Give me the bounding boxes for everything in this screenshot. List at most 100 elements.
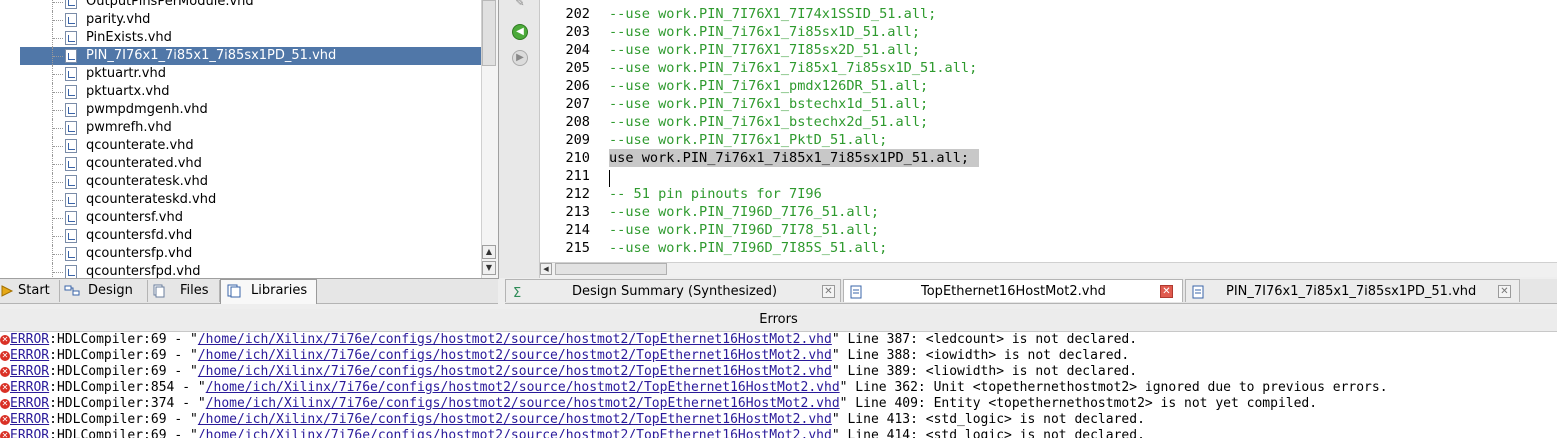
vhdl-file-icon bbox=[65, 229, 77, 243]
line-number: 209 bbox=[565, 132, 590, 148]
error-icon: ✕ bbox=[0, 367, 10, 377]
error-tag-link[interactable]: ERROR bbox=[10, 428, 49, 438]
file-tree-item[interactable]: pktuartx.vhd bbox=[20, 83, 482, 101]
file-tree-item-label: qcountersfpd.vhd bbox=[86, 264, 201, 279]
file-tree-item-label: parity.vhd bbox=[86, 12, 151, 27]
file-tree-item[interactable]: qcounteratesk.vhd bbox=[20, 173, 482, 191]
tab-pin-file[interactable]: PIN_7I76x1_7i85x1_7i85sx1PD_51.vhd ✕ bbox=[1185, 279, 1520, 302]
file-tree-item[interactable]: qcountersfd.vhd bbox=[20, 227, 482, 245]
file-tree-item-label: pktuartx.vhd bbox=[86, 84, 170, 99]
vhdl-file-icon bbox=[65, 31, 77, 45]
file-tree-item-label: qcounterateskd.vhd bbox=[86, 192, 217, 207]
code-editor[interactable]: 202 --use work.PIN_7I76X1_7I74x1SSID_51.a… bbox=[540, 0, 1557, 262]
scroll-left-button[interactable]: ◀ bbox=[540, 263, 552, 275]
file-tree-item[interactable]: pwmpdmgenh.vhd bbox=[20, 101, 482, 119]
error-text: ERROR:HDLCompiler:69 - "/home/ich/Xilinx… bbox=[10, 412, 1145, 428]
line-number: 214 bbox=[565, 222, 590, 238]
line-code: --use work.PIN_7I96D_7I85S_51.all; bbox=[609, 240, 888, 256]
error-tag-link[interactable]: ERROR bbox=[10, 348, 49, 363]
error-tag-link[interactable]: ERROR bbox=[10, 412, 49, 427]
line-code: --use work.PIN_7i76x1_7i85x1_7i85sx1D_51… bbox=[609, 60, 978, 76]
file-tree-item[interactable]: qcounterated.vhd bbox=[20, 155, 482, 173]
tree-connector bbox=[53, 146, 63, 147]
editor-scroll-thumb[interactable] bbox=[555, 263, 667, 275]
error-file-link[interactable]: /home/ich/Xilinx/7i76e/configs/hostmot2/… bbox=[198, 332, 832, 347]
tab-design[interactable]: Design bbox=[60, 280, 148, 302]
error-icon: ✕ bbox=[0, 351, 10, 361]
editor-horizontal-scrollbar[interactable]: ◀ bbox=[540, 262, 1557, 277]
editor-side-toolbar: ✎ ◀ ▶ bbox=[499, 0, 540, 278]
file-tree-item[interactable]: qcounterateskd.vhd bbox=[20, 191, 482, 209]
error-file-link[interactable]: /home/ich/Xilinx/7i76e/configs/hostmot2/… bbox=[206, 380, 840, 395]
vhdl-file-icon bbox=[65, 103, 77, 117]
vhdl-file-icon bbox=[65, 211, 77, 225]
file-tree-item-label: qcounterate.vhd bbox=[86, 138, 194, 153]
file-tree-item[interactable]: OutputPinsPerModule.vhd bbox=[20, 0, 482, 11]
error-file-link[interactable]: /home/ich/Xilinx/7i76e/configs/hostmot2/… bbox=[198, 428, 832, 438]
line-number: 204 bbox=[565, 42, 590, 58]
tree-connector bbox=[53, 20, 63, 21]
error-message: " Line 389: <liowidth> is not declared. bbox=[831, 364, 1138, 379]
line-code: --use work.PIN_7i76x1_bstechx2d_51.all; bbox=[609, 114, 929, 130]
document-icon bbox=[1192, 284, 1204, 299]
line-code: --use work.PIN_7I96D_7I76_51.all; bbox=[609, 204, 880, 220]
file-tree-item-label: qcountersfd.vhd bbox=[86, 228, 193, 243]
file-tree-item[interactable]: qcounterate.vhd bbox=[20, 137, 482, 155]
close-tab-icon[interactable]: ✕ bbox=[1498, 285, 1511, 298]
scroll-up-button[interactable]: ▲ bbox=[482, 245, 496, 259]
scroll-down-button[interactable]: ▼ bbox=[482, 261, 496, 275]
tab-design-summary[interactable]: Σ Design Summary (Synthesized) ✕ bbox=[505, 279, 841, 302]
error-tag-link[interactable]: ERROR bbox=[10, 396, 49, 411]
text-caret bbox=[609, 170, 610, 187]
error-file-link[interactable]: /home/ich/Xilinx/7i76e/configs/hostmot2/… bbox=[198, 364, 832, 379]
error-text: ERROR:HDLCompiler:69 - "/home/ich/Xilinx… bbox=[10, 428, 1145, 438]
tab-files[interactable]: Files bbox=[148, 280, 220, 302]
error-icon: ✕ bbox=[0, 415, 10, 425]
file-tree-item[interactable]: qcountersf.vhd bbox=[20, 209, 482, 227]
sigma-icon: Σ bbox=[512, 284, 524, 301]
pin-icon[interactable]: ✎ bbox=[512, 0, 528, 9]
error-tag-link[interactable]: ERROR bbox=[10, 380, 49, 395]
tab-libraries[interactable]: Libraries bbox=[220, 279, 317, 304]
file-tree-item-label: pwmrefh.vhd bbox=[86, 120, 172, 135]
libraries-icon bbox=[227, 284, 241, 298]
close-tab-icon[interactable]: ✕ bbox=[1160, 285, 1173, 298]
file-tree-item[interactable]: pwmrefh.vhd bbox=[20, 119, 482, 137]
error-code: :HDLCompiler:69 - " bbox=[49, 348, 198, 363]
close-tab-icon[interactable]: ✕ bbox=[822, 285, 835, 298]
line-code: use work.PIN_7i76x1_7i85x1_7i85sx1PD_51.… bbox=[609, 149, 980, 167]
tab-topethernet[interactable]: TopEthernet16HostMot2.vhd ✕ bbox=[843, 279, 1183, 302]
code-line: 202 --use work.PIN_7I76X1_7I74x1SSID_51.a… bbox=[540, 5, 1557, 23]
file-tree-item[interactable]: PIN_7I76x1_7i85x1_7i85sx1PD_51.vhd bbox=[20, 47, 482, 65]
code-line: 208 --use work.PIN_7i76x1_bstechx2d_51.al… bbox=[540, 113, 1557, 131]
error-icon: ✕ bbox=[0, 431, 10, 438]
vhdl-file-icon bbox=[65, 265, 77, 278]
error-message: " Line 414: <std_logic> is not declared. bbox=[831, 428, 1145, 438]
file-tree-item[interactable]: pktuartr.vhd bbox=[20, 65, 482, 83]
error-message: " Line 409: Entity <topethernethostmot2>… bbox=[839, 396, 1318, 411]
editor-tabs: Σ Design Summary (Synthesized) ✕ TopEthe… bbox=[505, 279, 1557, 304]
error-code: :HDLCompiler:69 - " bbox=[49, 412, 198, 427]
error-file-link[interactable]: /home/ich/Xilinx/7i76e/configs/hostmot2/… bbox=[198, 348, 832, 363]
error-tag-link[interactable]: ERROR bbox=[10, 364, 49, 379]
file-tree-item[interactable]: parity.vhd bbox=[20, 11, 482, 29]
file-tree-item[interactable]: qcountersfpd.vhd bbox=[20, 263, 482, 279]
error-code: :HDLCompiler:374 - " bbox=[49, 396, 206, 411]
error-file-link[interactable]: /home/ich/Xilinx/7i76e/configs/hostmot2/… bbox=[206, 396, 840, 411]
code-line: 209 --use work.PIN_7I76x1_PktD_51.all; bbox=[540, 131, 1557, 149]
file-tree-item[interactable]: qcountersfp.vhd bbox=[20, 245, 482, 263]
tree-connector bbox=[53, 56, 63, 57]
error-icon: ✕ bbox=[0, 399, 10, 409]
back-arrow-icon[interactable]: ◀ bbox=[512, 24, 528, 40]
tree-connector bbox=[53, 218, 63, 219]
error-text: ERROR:HDLCompiler:69 - "/home/ich/Xilinx… bbox=[10, 348, 1129, 364]
tab-start[interactable]: Start bbox=[0, 280, 60, 302]
file-tree-item[interactable]: PinExists.vhd bbox=[20, 29, 482, 47]
file-tree-item-label: qcountersf.vhd bbox=[86, 210, 183, 225]
forward-arrow-icon[interactable]: ▶ bbox=[512, 50, 528, 66]
tree-connector bbox=[53, 74, 63, 75]
file-tree-scroll-thumb[interactable] bbox=[482, 0, 496, 66]
error-tag-link[interactable]: ERROR bbox=[10, 332, 49, 347]
error-file-link[interactable]: /home/ich/Xilinx/7i76e/configs/hostmot2/… bbox=[198, 412, 832, 427]
line-number: 211 bbox=[565, 168, 590, 184]
